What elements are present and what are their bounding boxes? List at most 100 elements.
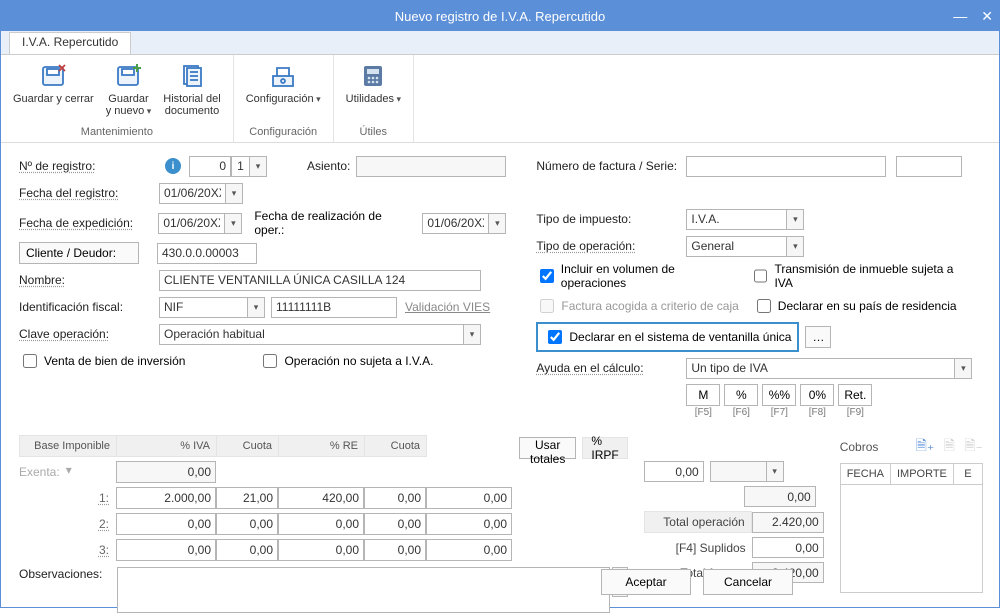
chk-declarar-pais[interactable]: Declarar en su país de residencia — [753, 296, 957, 316]
calc-pctpct-button[interactable]: %% — [762, 384, 796, 406]
row-2-base[interactable] — [116, 513, 216, 535]
nregistro-serie-input[interactable] — [231, 156, 249, 177]
asiento-input — [356, 156, 506, 177]
utilities-button[interactable]: Utilidades — [340, 59, 407, 107]
fecha-registro-input[interactable] — [159, 183, 225, 204]
row-3-re[interactable] — [364, 539, 426, 561]
tipo-impuesto-input[interactable] — [686, 209, 786, 230]
configuration-label: Configuración — [246, 93, 321, 105]
cliente-button[interactable]: Cliente / Deudor: — [19, 242, 139, 264]
chk-ventanilla-unica[interactable]: Declarar en el sistema de ventanilla úni… — [544, 327, 791, 347]
dropdown-icon[interactable]: ▾ — [954, 358, 972, 379]
total-operacion-value — [752, 512, 824, 533]
document-history-button[interactable]: Historial deldocumento — [157, 59, 226, 119]
clave-operacion-label: Clave operación: — [19, 327, 159, 341]
calendar-icon[interactable]: ▾ — [224, 213, 242, 234]
document-history-label: Historial deldocumento — [163, 93, 220, 117]
ayuda-calculo-input[interactable] — [686, 358, 954, 379]
total-operacion-label: Total operación — [644, 511, 752, 533]
dropdown-icon[interactable]: ▾ — [786, 209, 804, 230]
cobros-header-fecha: FECHA — [841, 464, 891, 484]
id-fiscal-label: Identificación fiscal: — [19, 300, 159, 314]
ayuda-calculo-label: Ayuda en el cálculo: — [536, 361, 686, 375]
row-1-label: 1: — [19, 487, 117, 509]
suplidos-value[interactable] — [752, 537, 824, 558]
row-1-iva[interactable] — [216, 487, 278, 509]
asiento-label: Asiento: — [307, 159, 350, 173]
cliente-input[interactable] — [157, 243, 257, 264]
dropdown-icon[interactable]: ▾ — [766, 461, 784, 482]
calc-0pct-button[interactable]: 0% — [800, 384, 834, 406]
row-1-cuotar[interactable] — [426, 487, 512, 509]
window: Nuevo registro de I.V.A. Repercutido — ✕… — [0, 0, 1000, 608]
calc-m-button[interactable]: M — [686, 384, 720, 406]
row-1-re[interactable] — [364, 487, 426, 509]
ribbon-group-configuracion: Configuración — [249, 126, 317, 142]
grid-header-iva: % IVA — [116, 435, 217, 457]
num-factura-input[interactable] — [686, 156, 886, 177]
validacion-vies-link[interactable]: Validación VIES — [405, 300, 490, 314]
grid-header-base: Base Imponible — [19, 435, 117, 457]
nregistro-label: Nº de registro: — [19, 159, 159, 173]
chk-incluir-volumen[interactable]: Incluir en volumen de operaciones — [536, 262, 736, 290]
irpf-pct-input[interactable] — [644, 461, 704, 482]
row-2-label: 2: — [19, 513, 117, 535]
row-2-cuotar[interactable] — [426, 513, 512, 535]
row-3-cuota[interactable] — [278, 539, 364, 561]
row-3-base[interactable] — [116, 539, 216, 561]
row-3-iva[interactable] — [216, 539, 278, 561]
dropdown-icon[interactable]: ▾ — [786, 236, 804, 257]
tab-iva-repercutido[interactable]: I.V.A. Repercutido — [9, 32, 131, 54]
fecha-operacion-input[interactable] — [422, 213, 488, 234]
suplidos-label: [F4] Suplidos — [644, 541, 752, 555]
row-2-iva[interactable] — [216, 513, 278, 535]
exenta-dropdown-icon[interactable]: ▾ — [66, 463, 72, 481]
irpf-combo — [710, 461, 766, 482]
row-3-cuotar[interactable] — [426, 539, 512, 561]
dropdown-icon[interactable]: ▾ — [463, 324, 481, 345]
cobros-delete-icon[interactable]: 🗎₋ — [964, 437, 983, 453]
cancel-button[interactable]: Cancelar — [703, 569, 793, 595]
calendar-icon[interactable]: ▾ — [225, 183, 243, 204]
cobros-header-importe: IMPORTE — [891, 464, 954, 484]
fecha-operacion-label: Fecha de realización de oper.: — [254, 209, 414, 237]
save-new-button[interactable]: Guardary nuevo — [100, 59, 158, 119]
row-1-cuota[interactable] — [278, 487, 364, 509]
clave-operacion-input[interactable] — [159, 324, 463, 345]
ventanilla-details-button[interactable]: … — [805, 326, 831, 348]
row-1-base[interactable] — [116, 487, 216, 509]
calc-ret-button[interactable]: Ret. — [838, 384, 872, 406]
cobros-add-icon[interactable]: 🗎₊ — [916, 437, 935, 453]
close-icon[interactable]: ✕ — [981, 8, 993, 25]
nregistro-input[interactable] — [189, 156, 231, 177]
chk-op-no-sujeta[interactable]: Operación no sujeta a I.V.A. — [259, 351, 433, 371]
chk-venta-inversion[interactable]: Venta de bien de inversión — [19, 351, 185, 371]
calendar-icon[interactable]: ▾ — [488, 213, 506, 234]
fecha-registro-label: Fecha del registro: — [19, 186, 159, 200]
id-fiscal-input[interactable] — [271, 297, 397, 318]
ribbon-group-utiles: Útiles — [360, 126, 388, 142]
configuration-button[interactable]: Configuración — [240, 59, 327, 107]
exenta-value — [116, 461, 216, 483]
accept-button[interactable]: Aceptar — [601, 569, 691, 595]
cobros-header-e: E — [954, 464, 982, 484]
id-fiscal-tipo-input[interactable] — [159, 297, 247, 318]
row-2-re[interactable] — [364, 513, 426, 535]
minimize-icon[interactable]: — — [953, 8, 967, 24]
ribbon: Guardar y cerrar Guardary nuevo Historia… — [1, 55, 999, 143]
serie-input[interactable] — [896, 156, 962, 177]
cobros-edit-icon[interactable]: 🗎 — [944, 437, 955, 453]
row-2-cuota[interactable] — [278, 513, 364, 535]
fecha-expedicion-input[interactable] — [158, 213, 224, 234]
dropdown-icon[interactable]: ▾ — [247, 297, 265, 318]
usar-totales-button[interactable]: Usar totales — [519, 437, 576, 459]
ventanilla-highlight: Declarar en el sistema de ventanilla úni… — [536, 322, 799, 352]
save-close-button[interactable]: Guardar y cerrar — [7, 59, 100, 107]
calc-pct-button[interactable]: % — [724, 384, 758, 406]
tipo-operacion-input[interactable] — [686, 236, 786, 257]
dropdown-icon[interactable]: ▾ — [249, 156, 267, 177]
info-icon[interactable]: i — [165, 158, 181, 174]
save-new-label: Guardary nuevo — [106, 93, 152, 117]
nombre-input[interactable] — [159, 270, 481, 291]
chk-transmision-inmueble[interactable]: Transmisión de inmueble sujeta a IVA — [750, 262, 967, 290]
